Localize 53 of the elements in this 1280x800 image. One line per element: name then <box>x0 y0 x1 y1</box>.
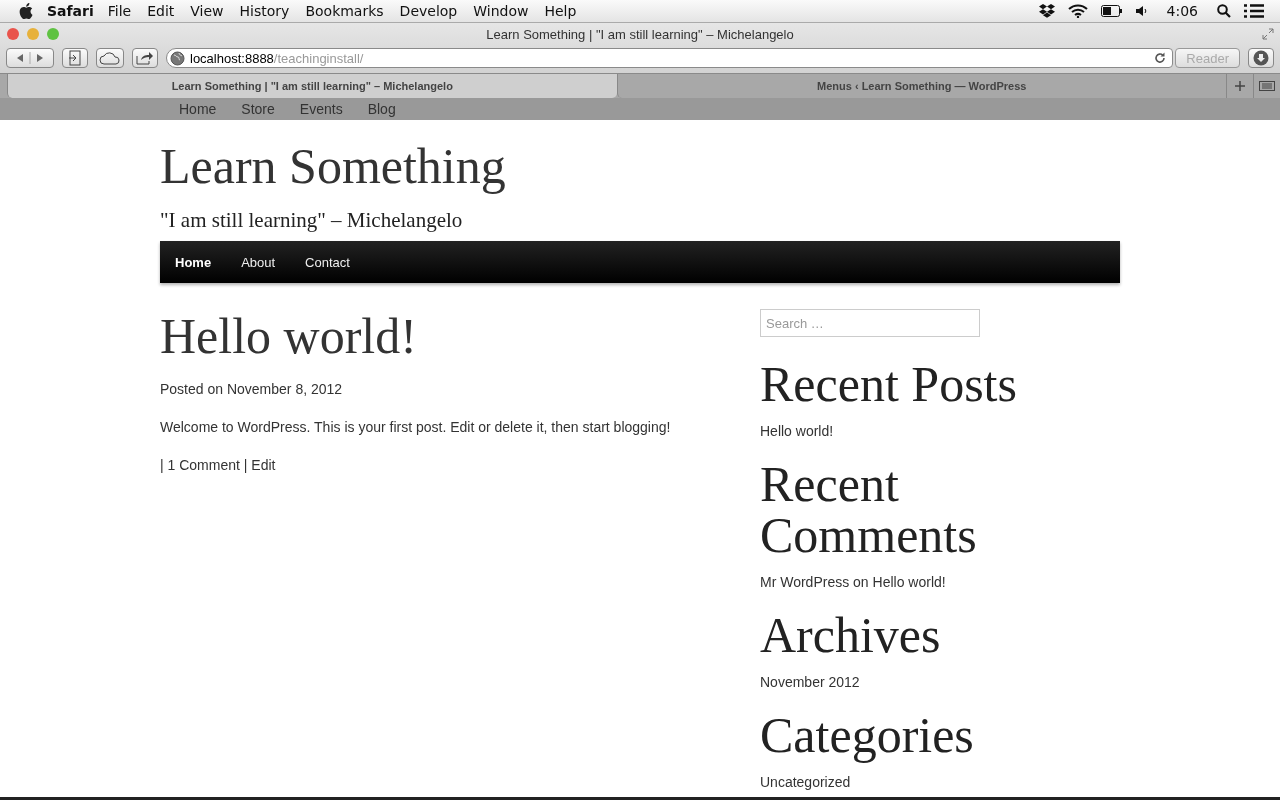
search-field[interactable]: Search … <box>760 309 980 337</box>
browser-tab[interactable]: Learn Something | "I am still learning" – Michelangelo <box>7 74 617 98</box>
menu-item[interactable]: View <box>190 3 224 19</box>
post-content: Welcome to WordPress. This is your first post. Edit or delete it, then start blogging! <box>160 419 672 435</box>
menu-item[interactable]: Window <box>473 3 529 19</box>
back-forward-button[interactable] <box>6 48 54 68</box>
menu-item[interactable]: History <box>239 3 290 19</box>
tab-view-icon[interactable] <box>1259 81 1275 91</box>
menu-item[interactable]: Edit <box>147 3 175 19</box>
widget-title: Archives <box>760 610 942 661</box>
nav-item[interactable]: Contact <box>305 254 350 270</box>
battery-icon[interactable] <box>1100 5 1123 17</box>
address-field[interactable]: localhost:8888/teachinginstall/ <box>166 48 1174 68</box>
search-icon[interactable] <box>1217 4 1231 18</box>
apple-icon[interactable] <box>19 3 33 19</box>
widget-item[interactable]: Mr WordPress on Hello world! <box>760 574 946 591</box>
site-tagline: "I am still learning" – Michelangelo <box>160 207 464 234</box>
widget-title: Recent Posts <box>760 359 1018 410</box>
list-icon[interactable] <box>1244 4 1264 18</box>
downloads-button[interactable] <box>1248 48 1274 68</box>
nav-item[interactable]: About <box>241 254 276 270</box>
site-title[interactable]: Learn Something <box>160 136 1120 196</box>
widget-title: Categories <box>760 710 975 761</box>
nav-link[interactable]: Events <box>299 101 343 117</box>
download-icon[interactable] <box>1253 50 1269 66</box>
widget-item[interactable]: November 2012 <box>760 674 860 691</box>
nav-link[interactable]: Home <box>179 101 217 117</box>
wifi-icon[interactable] <box>1067 4 1088 18</box>
fullscreen-icon[interactable] <box>1262 28 1274 40</box>
window-title: Learn Something | "I am still learning" – Michelangelo <box>486 26 794 42</box>
nav-item[interactable]: Home <box>175 254 212 270</box>
reload-icon[interactable] <box>1154 52 1167 64</box>
menu-item[interactable]: File <box>107 3 132 19</box>
post-footer-line: | 1 Comment | Edit <box>160 457 277 473</box>
globe-icon <box>170 50 185 66</box>
plus-icon[interactable] <box>1235 81 1245 91</box>
volume-icon[interactable] <box>1135 5 1148 17</box>
widget-title: Recent Comments <box>760 459 978 561</box>
app-menu[interactable]: Safari <box>47 3 94 19</box>
post-date-line: Posted on November 8, 2012 <box>160 381 344 397</box>
menu-item[interactable]: Bookmarks <box>305 3 384 19</box>
menu-item[interactable]: Help <box>544 3 577 19</box>
post-title[interactable]: Hello world! <box>160 309 760 363</box>
nav-link[interactable]: Store <box>241 101 275 117</box>
widget-item[interactable]: Uncategorized <box>760 774 851 791</box>
date-link[interactable]: November 8, 2012 <box>226 381 343 397</box>
menubar-clock[interactable]: 4:06 <box>1166 3 1198 19</box>
reading-list-button[interactable] <box>62 48 88 68</box>
menu-item[interactable]: Develop <box>399 3 458 19</box>
dropbox-icon[interactable] <box>1038 4 1055 18</box>
widget-item[interactable]: Hello world! <box>760 423 834 440</box>
close-button[interactable] <box>7 28 19 40</box>
nav-link[interactable]: Blog <box>367 101 396 117</box>
